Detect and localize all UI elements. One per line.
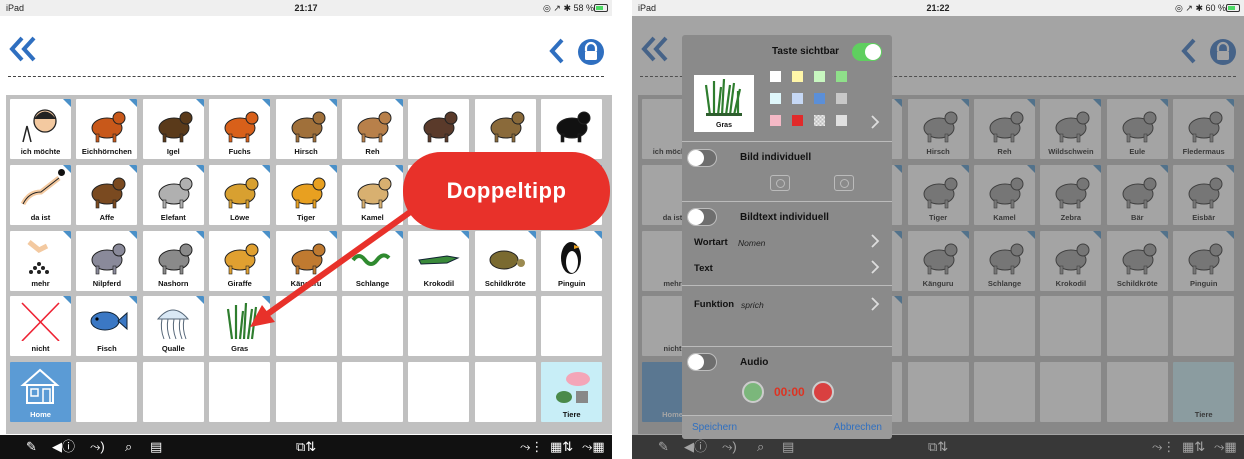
color-swatch[interactable]	[770, 93, 781, 104]
bildtext-label: Bildtext individuell	[740, 212, 829, 223]
wortart-value[interactable]: Nomen	[738, 238, 765, 248]
battery-icon	[1226, 4, 1240, 12]
chevron-right-icon[interactable]	[870, 297, 880, 311]
color-swatch[interactable]	[836, 71, 847, 82]
color-swatch[interactable]	[770, 115, 781, 126]
record-button[interactable]	[812, 381, 834, 403]
share-icon[interactable]: ⧉⇅	[296, 439, 316, 455]
double-tap-callout: Doppeltipp	[403, 152, 610, 230]
status-time: 21:22	[926, 3, 950, 13]
chevron-right-icon[interactable]	[870, 234, 880, 248]
funktion-label: Funktion	[694, 299, 735, 310]
status-indicators: ◎ ↗ ✱ 60 %	[1175, 3, 1226, 13]
wortart-label: Wortart	[694, 237, 728, 248]
visible-toggle[interactable]	[852, 43, 882, 61]
sort-icon[interactable]: ⤳⋮	[520, 439, 543, 455]
separator	[682, 201, 892, 202]
toggle-knob	[688, 209, 704, 225]
screen-right: iPad 21:22 ◎ ↗ ✱ 60 % ich möchteFuchsHir…	[632, 0, 1244, 459]
preview-label: Gras	[716, 122, 732, 129]
color-swatch[interactable]	[792, 71, 803, 82]
funktion-value[interactable]: sprich	[741, 300, 764, 310]
color-swatch[interactable]	[836, 93, 847, 104]
book-icon[interactable]: ▤	[150, 439, 162, 455]
toggle-knob	[688, 354, 704, 370]
audio-label: Audio	[740, 357, 769, 368]
toggle-knob	[688, 150, 704, 166]
speak-icon[interactable]: ⤳)	[90, 439, 105, 455]
color-swatch[interactable]	[792, 115, 803, 126]
photo-library-icon[interactable]	[834, 175, 854, 191]
bild-label: Bild individuell	[740, 152, 812, 163]
cancel-button[interactable]: Abbrechen	[834, 422, 882, 433]
text-label: Text	[694, 263, 713, 274]
chevron-right-icon[interactable]	[870, 260, 880, 274]
audio-timer: 00:00	[774, 385, 805, 399]
grass-icon	[704, 78, 742, 116]
status-bar: iPad 21:22 ◎ ↗ ✱ 60 %	[632, 0, 1244, 16]
color-swatch[interactable]	[770, 71, 781, 82]
color-swatch[interactable]	[836, 115, 847, 126]
bildtext-toggle[interactable]	[687, 208, 717, 226]
separator	[682, 346, 892, 347]
toggle-knob	[865, 44, 881, 60]
panel-footer: Speichern Abbrechen	[682, 415, 892, 439]
save-button[interactable]: Speichern	[692, 422, 737, 433]
bottom-toolbar: ✎ ◀ⓘ ⤳) ⌕ ▤ ⧉⇅ ⤳⋮ ▦⇅ ⤳▦	[0, 435, 612, 459]
visible-label: Taste sichtbar	[772, 46, 840, 57]
separator	[682, 141, 892, 142]
grid-size-icon[interactable]: ▦⇅	[550, 439, 573, 455]
screen-left: iPad 21:17 ◎ ↗ ✱ 58 % ich möchte Eichhörn…	[0, 0, 612, 459]
audio-toggle[interactable]	[687, 353, 717, 371]
grid-edit-icon[interactable]: ⤳▦	[582, 439, 605, 455]
bild-toggle[interactable]	[687, 149, 717, 167]
pencil-icon[interactable]: ✎	[26, 439, 37, 455]
play-button[interactable]	[742, 381, 764, 403]
color-swatch[interactable]	[814, 115, 825, 126]
separator	[682, 285, 892, 286]
search-icon[interactable]: ⌕	[125, 439, 132, 455]
button-edit-panel: Taste sichtbar Gras Bild individuell Bil…	[682, 35, 892, 439]
info-icon[interactable]: ◀ⓘ	[52, 439, 75, 455]
color-swatch[interactable]	[792, 93, 803, 104]
color-swatch[interactable]	[814, 71, 825, 82]
button-preview[interactable]: Gras	[694, 75, 754, 132]
color-swatch[interactable]	[814, 93, 825, 104]
chevron-right-icon[interactable]	[870, 115, 880, 129]
camera-icon[interactable]	[770, 175, 790, 191]
